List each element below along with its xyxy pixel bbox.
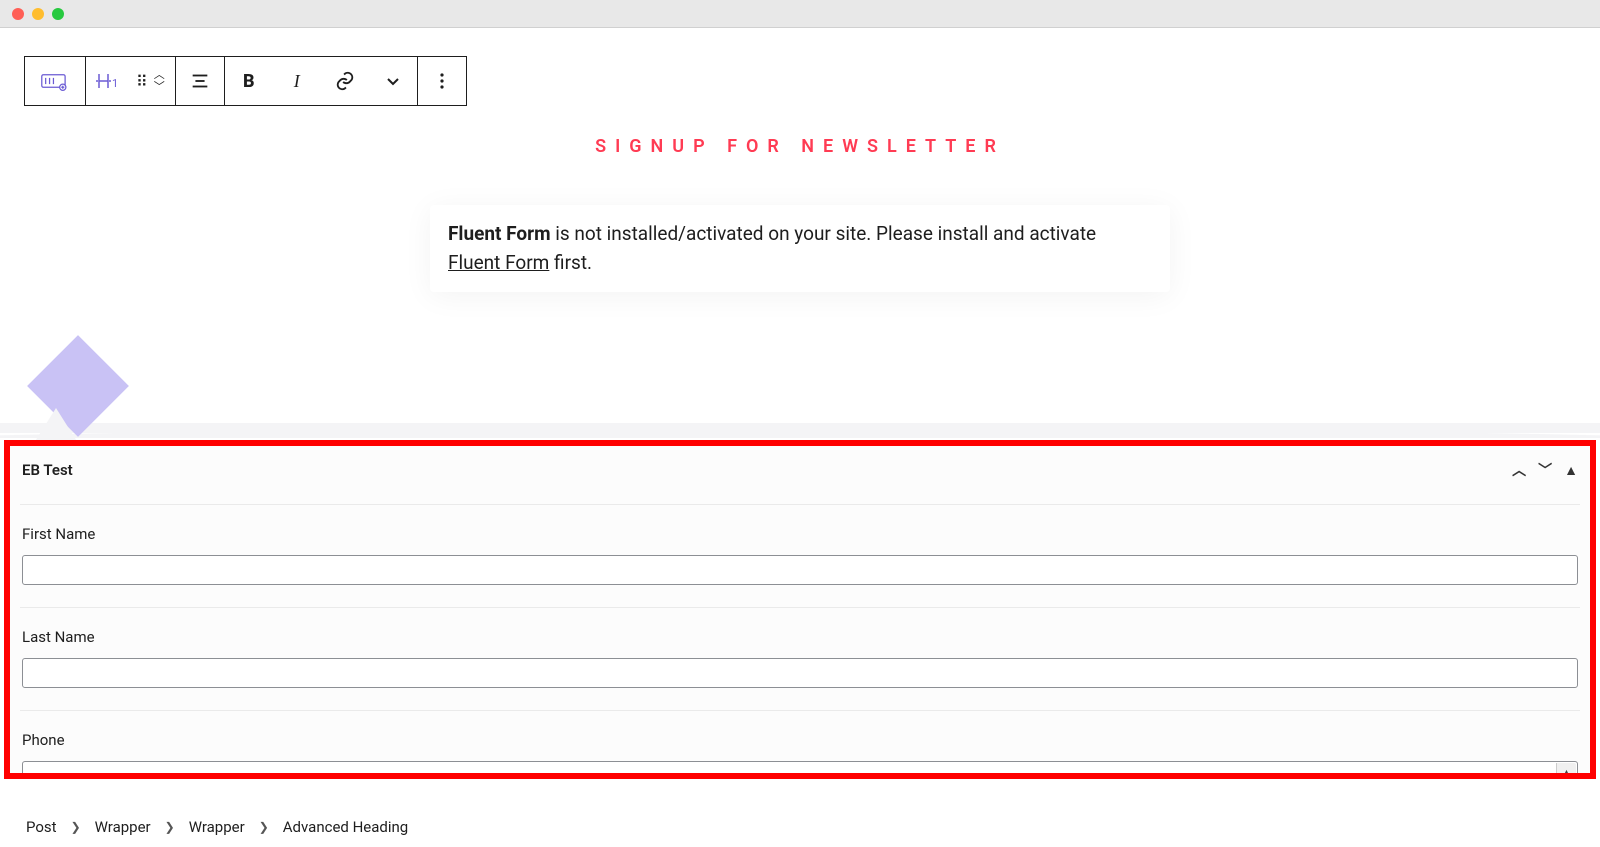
breadcrumb-wrapper-1[interactable]: Wrapper xyxy=(95,818,151,836)
last-name-label: Last Name xyxy=(22,628,1578,646)
panel-move-up-icon[interactable]: ︿ xyxy=(1512,460,1526,480)
editor-canvas: 1 ⠿ ︿ ﹀ xyxy=(0,28,1600,433)
block-toolbar: 1 ⠿ ︿ ﹀ xyxy=(24,56,467,106)
panel-collapse-icon[interactable]: ▲ xyxy=(1564,462,1578,479)
options-menu-button[interactable] xyxy=(418,57,466,105)
link-button[interactable] xyxy=(321,57,369,105)
panel-move-down-icon[interactable]: ﹀ xyxy=(1538,460,1552,480)
breadcrumb-wrapper-2[interactable]: Wrapper xyxy=(189,818,245,836)
chevron-right-icon: ❯ xyxy=(71,820,81,834)
panel-title: EB Test xyxy=(22,461,73,479)
phone-label: Phone xyxy=(22,731,1578,749)
heading-level-control[interactable]: 1 ⠿ ︿ ﹀ xyxy=(86,57,175,105)
breadcrumb-post[interactable]: Post xyxy=(26,818,57,836)
move-down-icon[interactable]: ﹀ xyxy=(154,82,165,92)
fluent-form-warning: Fluent Form is not installed/activated o… xyxy=(430,205,1170,292)
eb-test-panel: EB Test ︿ ﹀ ▲ First Name Last Name Phone… xyxy=(4,440,1596,779)
last-name-input[interactable] xyxy=(22,658,1578,688)
warning-strong: Fluent Form xyxy=(448,222,551,245)
align-button[interactable] xyxy=(176,57,224,105)
move-up-down[interactable]: ︿ ﹀ xyxy=(154,70,165,92)
window-minimize-dot[interactable] xyxy=(32,8,44,20)
block-type-button[interactable] xyxy=(25,57,85,105)
italic-button[interactable]: I xyxy=(273,57,321,105)
window-titlebar xyxy=(0,0,1600,28)
first-name-label: First Name xyxy=(22,525,1578,543)
drag-handle-icon[interactable]: ⠿ xyxy=(136,72,148,91)
fluent-form-install-link[interactable]: Fluent Form xyxy=(448,251,549,274)
block-breadcrumbs: Post ❯ Wrapper ❯ Wrapper ❯ Advanced Head… xyxy=(0,807,1600,847)
window-zoom-dot[interactable] xyxy=(52,8,64,20)
select-stepper-icon[interactable]: ▲▼ xyxy=(1556,763,1576,779)
panel-controls: ︿ ﹀ ▲ xyxy=(1512,460,1578,480)
svg-text:1: 1 xyxy=(112,77,118,90)
more-rich-text-button[interactable] xyxy=(369,57,417,105)
signup-heading[interactable]: SIGNUP FOR NEWSLETTER xyxy=(20,136,1580,157)
window-close-dot[interactable] xyxy=(12,8,24,20)
breadcrumb-advanced-heading[interactable]: Advanced Heading xyxy=(283,818,408,836)
bold-button[interactable]: B xyxy=(225,57,273,105)
move-up-icon[interactable]: ︿ xyxy=(154,70,165,80)
warning-text-1: is not installed/activated on your site.… xyxy=(551,222,1097,245)
chevron-right-icon: ❯ xyxy=(165,820,175,834)
first-name-input[interactable] xyxy=(22,555,1578,585)
warning-text-2: first. xyxy=(549,251,592,274)
chevron-right-icon: ❯ xyxy=(259,820,269,834)
phone-select[interactable]: ▲▼ xyxy=(22,761,1578,779)
